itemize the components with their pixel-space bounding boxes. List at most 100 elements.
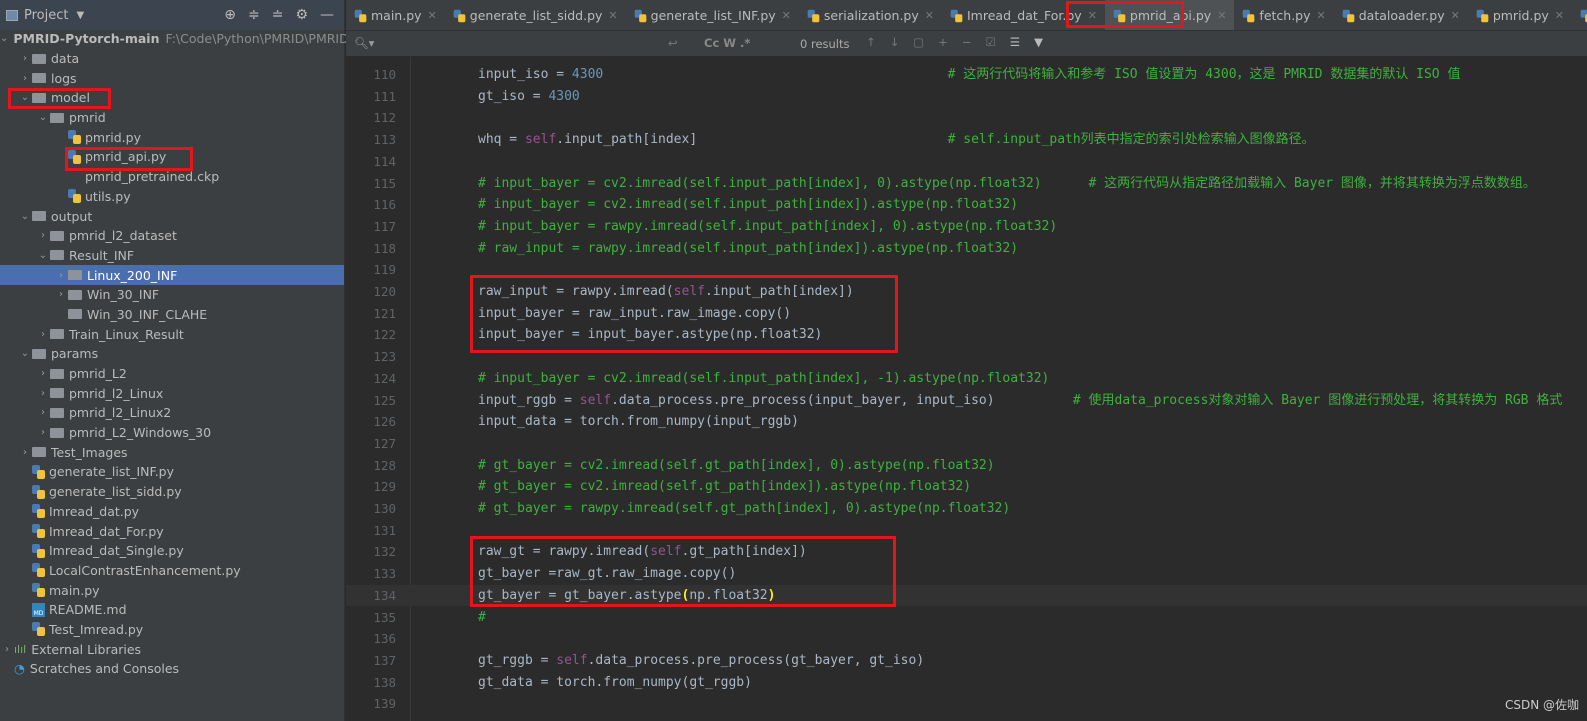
close-icon[interactable]: ✕: [1088, 9, 1097, 22]
code-line[interactable]: 126 input_data = torch.from_numpy(input_r…: [346, 411, 1587, 433]
code-line[interactable]: 111 gt_iso = 4300: [346, 86, 1587, 108]
tree-item[interactable]: › Train_Linux_Result: [0, 324, 344, 344]
tree-item[interactable]: › logs: [0, 68, 344, 88]
code-line[interactable]: 135 #: [346, 607, 1587, 629]
chevron-down-icon[interactable]: ⌄: [18, 92, 32, 103]
tree-item[interactable]: › pmrid_l2_Linux2: [0, 403, 344, 423]
tree-item[interactable]: Imread_dat_For.py: [0, 521, 344, 541]
expand-all-icon[interactable]: ≑: [248, 7, 260, 23]
arrow-down-icon[interactable]: ↓: [890, 35, 900, 49]
tree-item[interactable]: › data: [0, 49, 344, 69]
code-line[interactable]: 113 whq = self.input_path[index] # self.i…: [346, 129, 1587, 151]
close-icon[interactable]: ✕: [428, 9, 437, 22]
select-occurrences-icon[interactable]: ☑: [985, 35, 995, 49]
tree-item[interactable]: pmrid_api.py: [0, 147, 344, 167]
tree-item[interactable]: › pmrid_L2: [0, 364, 344, 384]
chevron-down-icon[interactable]: ▼: [76, 10, 84, 21]
chevron-right-icon[interactable]: ›: [18, 447, 32, 458]
code-line[interactable]: 117 # input_bayer = rawpy.imread(self.inp…: [346, 216, 1587, 238]
add-selection-icon[interactable]: +: [938, 35, 948, 49]
close-icon[interactable]: ✕: [782, 9, 791, 22]
code-line[interactable]: 130 # gt_bayer = rawpy.imread(self.gt_pat…: [346, 498, 1587, 520]
code-line[interactable]: 134 gt_bayer = gt_bayer.astype(np.float32…: [346, 584, 1587, 607]
close-icon[interactable]: ✕: [1317, 9, 1326, 22]
tab[interactable]: generate_list_INF.py ✕: [626, 0, 799, 30]
code-line[interactable]: 128 # gt_bayer = cv2.imread(self.gt_path[…: [346, 455, 1587, 477]
chevron-right-icon[interactable]: ›: [36, 230, 50, 241]
select-all-icon[interactable]: ▢: [913, 35, 924, 49]
code-line[interactable]: 116 # input_bayer = cv2.imread(self.input…: [346, 194, 1587, 216]
tree-item[interactable]: Imread_dat.py: [0, 502, 344, 522]
regex-toggle[interactable]: .*: [740, 36, 750, 50]
filter-icon[interactable]: ▼: [1034, 35, 1043, 49]
code-line[interactable]: 123: [346, 346, 1587, 368]
tree-item[interactable]: utils.py: [0, 187, 344, 207]
tree-item[interactable]: ⌄ pmrid: [0, 108, 344, 128]
locate-icon[interactable]: ⊕: [224, 7, 236, 23]
match-case-toggle[interactable]: Cc: [704, 36, 719, 50]
remove-selection-icon[interactable]: −: [962, 35, 972, 49]
chevron-down-icon[interactable]: ⌄: [0, 33, 8, 44]
tab[interactable]: pmrid.py ✕: [1468, 0, 1572, 30]
chevron-right-icon[interactable]: ›: [54, 270, 68, 281]
minimize-icon[interactable]: —: [320, 7, 334, 23]
arrow-up-icon[interactable]: ↑: [866, 35, 876, 49]
tree-item[interactable]: MD README.md: [0, 600, 344, 620]
search-icon[interactable]: 🔍︎▾: [354, 36, 374, 50]
tab[interactable]: serialization.py ✕: [799, 0, 942, 30]
chevron-right-icon[interactable]: ›: [54, 289, 68, 300]
code-line[interactable]: 115 # input_bayer = cv2.imread(self.input…: [346, 173, 1587, 195]
code-line[interactable]: 136: [346, 628, 1587, 650]
tree-item[interactable]: Win_30_INF_CLAHE: [0, 305, 344, 325]
chevron-right-icon[interactable]: ›: [0, 644, 14, 655]
chevron-down-icon[interactable]: ⌄: [18, 348, 32, 359]
code-line[interactable]: 120 raw_input = rawpy.imread(self.input_p…: [346, 281, 1587, 303]
chevron-right-icon[interactable]: ›: [36, 368, 50, 379]
code-line[interactable]: 133 gt_bayer =raw_gt.raw_image.copy(): [346, 563, 1587, 585]
chevron-right-icon[interactable]: ›: [36, 407, 50, 418]
tree-item[interactable]: pmrid.py: [0, 127, 344, 147]
close-icon[interactable]: ✕: [1451, 9, 1460, 22]
code-line[interactable]: 122 input_bayer = input_bayer.astype(np.f…: [346, 324, 1587, 346]
tree-item[interactable]: ⌄ Result_INF: [0, 246, 344, 266]
code-line[interactable]: 118 # raw_input = rawpy.imread(self.input…: [346, 238, 1587, 260]
tree-item[interactable]: Test_Imread.py: [0, 620, 344, 640]
chevron-down-icon[interactable]: ⌄: [36, 112, 50, 123]
close-icon[interactable]: ✕: [1217, 9, 1226, 22]
tree-item[interactable]: › pmrid_l2_dataset: [0, 226, 344, 246]
tree-root[interactable]: ⌄ PMRID-Pytorch-main F:\Code\Python\PMRI…: [0, 29, 349, 49]
tab[interactable]: fetch.py ✕: [1234, 0, 1333, 30]
close-icon[interactable]: ✕: [925, 9, 934, 22]
chevron-right-icon[interactable]: ›: [18, 53, 32, 64]
code-line[interactable]: 121 input_bayer = raw_input.raw_image.cop…: [346, 303, 1587, 325]
code-line[interactable]: 125 input_rggb = self.data_process.pre_pr…: [346, 390, 1587, 412]
code-line[interactable]: 131: [346, 520, 1587, 542]
chevron-right-icon[interactable]: ›: [36, 427, 50, 438]
tree-item[interactable]: main.py: [0, 580, 344, 600]
chevron-down-icon[interactable]: ⌄: [18, 211, 32, 222]
tab[interactable]: dataloader.py ✕: [1334, 0, 1468, 30]
tab[interactable]: generate_list_sidd.py ✕: [445, 0, 626, 30]
tree-item[interactable]: › Win_30_INF: [0, 285, 344, 305]
tree-item[interactable]: LocalContrastEnhancement.py: [0, 561, 344, 581]
code-line[interactable]: 138 gt_data = torch.from_numpy(gt_rggb): [346, 672, 1587, 694]
code-line[interactable]: 132 raw_gt = rawpy.imread(self.gt_path[in…: [346, 541, 1587, 563]
close-icon[interactable]: ✕: [608, 9, 617, 22]
words-toggle[interactable]: W: [723, 36, 736, 50]
tab[interactable]: Imread_dat_For.py ✕: [942, 0, 1105, 30]
tree-item[interactable]: › pmrid_L2_Windows_30: [0, 423, 344, 443]
tree-item[interactable]: › pmrid_l2_Linux: [0, 383, 344, 403]
search-input[interactable]: [376, 34, 686, 54]
project-view-selector[interactable]: Project: [24, 8, 68, 23]
code-line[interactable]: 124 # input_bayer = cv2.imread(self.input…: [346, 368, 1587, 390]
code-editor[interactable]: 110 input_iso = 4300 # 这两行代码将输入和参考 ISO 值设…: [346, 57, 1587, 721]
code-line[interactable]: 112: [346, 107, 1587, 129]
tree-item[interactable]: ⌄ model: [0, 88, 344, 108]
tree-item[interactable]: › Linux_200_INF: [0, 265, 344, 285]
tree-item[interactable]: ◔ Scratches and Consoles: [0, 659, 344, 679]
code-line[interactable]: 129 # gt_bayer = cv2.imread(self.gt_path[…: [346, 476, 1587, 498]
chevron-right-icon[interactable]: ›: [36, 329, 50, 340]
tab[interactable]: pmrid_api.py ✕: [1104, 0, 1235, 30]
tree-item[interactable]: ⌄ params: [0, 344, 344, 364]
code-line[interactable]: 137 gt_rggb = self.data_process.pre_proce…: [346, 650, 1587, 672]
